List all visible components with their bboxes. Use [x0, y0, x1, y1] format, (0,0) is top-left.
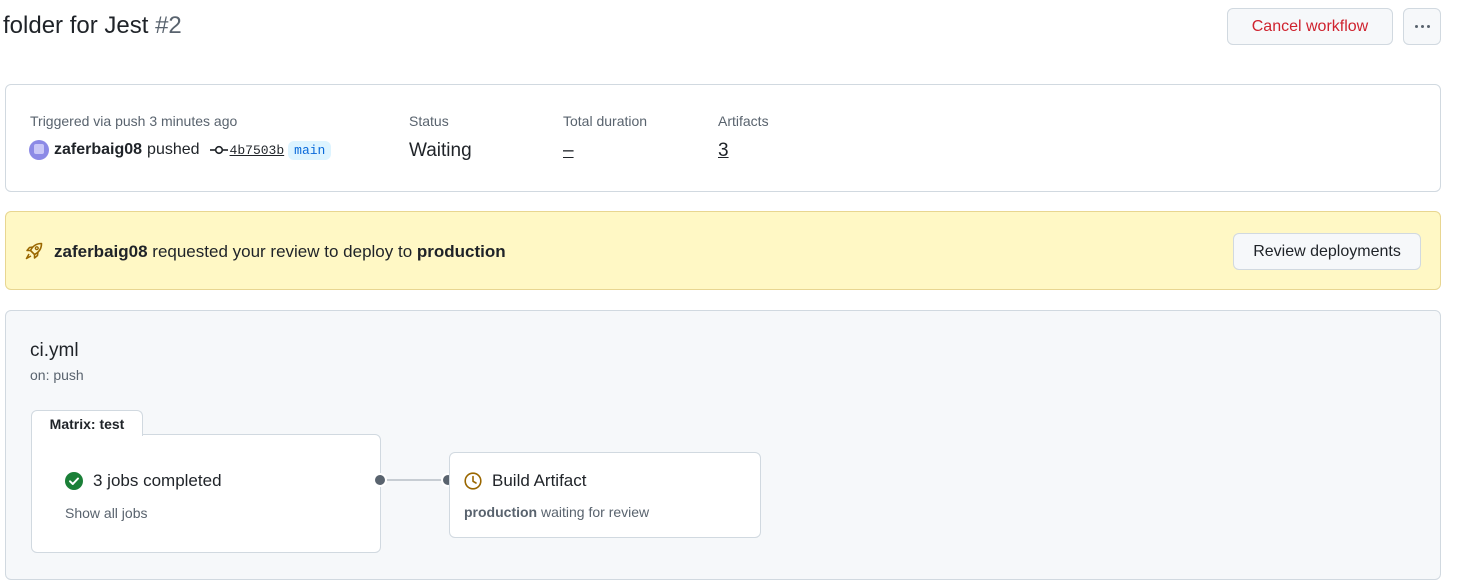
run-number: #2	[155, 12, 182, 39]
duration-label: Total duration	[563, 113, 648, 129]
rocket-icon	[24, 241, 44, 266]
job-connector	[380, 479, 450, 481]
matrix-label: Matrix: test	[31, 410, 143, 436]
workflow-file-name: ci.yml	[30, 340, 79, 361]
build-artifact-job-card[interactable]: Build Artifact production waiting for re…	[449, 452, 761, 538]
page-header: folder for Jest #2 Cancel workflow	[0, 0, 1457, 60]
connector-dot-start	[373, 473, 387, 487]
review-banner: zaferbaig08 requested your review to dep…	[5, 211, 1441, 290]
build-environment: production	[464, 504, 538, 520]
build-job-name: Build Artifact	[492, 471, 587, 490]
duration-value-link[interactable]: –	[563, 140, 574, 162]
kebab-horizontal-icon	[1414, 25, 1430, 28]
review-message: zaferbaig08 requested your review to dep…	[54, 242, 506, 262]
trigger-label: Triggered via push 3 minutes ago	[30, 113, 238, 129]
check-circle-icon	[65, 472, 83, 490]
clock-icon	[464, 472, 482, 490]
branch-badge[interactable]: main	[288, 140, 332, 160]
review-text: requested your review to deploy to	[152, 242, 413, 261]
git-commit-icon	[209, 144, 228, 156]
workflow-run-title: folder for Jest	[3, 12, 149, 39]
page-title: folder for Jest #2	[3, 12, 182, 40]
artifacts-count-link[interactable]: 3	[718, 140, 729, 162]
status-label: Status	[409, 113, 449, 129]
avatar[interactable]	[29, 140, 49, 160]
requester-username[interactable]: zaferbaig08	[54, 242, 148, 261]
build-waiting-text: waiting for review	[541, 504, 650, 520]
commit-sha-link[interactable]: 4b7503b	[230, 143, 285, 158]
cancel-workflow-button[interactable]: Cancel workflow	[1227, 8, 1393, 45]
build-job-status: production waiting for review	[464, 504, 649, 520]
artifacts-label: Artifacts	[718, 113, 769, 129]
matrix-job-card[interactable]: 3 jobs completed Show all jobs	[31, 434, 381, 553]
show-all-jobs-link[interactable]: Show all jobs	[65, 505, 148, 521]
push-action: pushed	[147, 141, 200, 158]
review-deployments-button[interactable]: Review deployments	[1233, 233, 1421, 270]
environment-name: production	[416, 242, 506, 261]
workflow-trigger: on: push	[30, 367, 84, 383]
jobs-completed-text: 3 jobs completed	[93, 471, 222, 490]
status-value: Waiting	[409, 140, 472, 161]
jobs-status: 3 jobs completed	[65, 471, 222, 491]
more-options-button[interactable]	[1403, 8, 1441, 45]
build-job-header: Build Artifact	[464, 471, 587, 491]
run-summary: Triggered via push 3 minutes ago zaferba…	[5, 84, 1441, 192]
push-info: zaferbaig08 pushed 4b7503b main	[29, 140, 332, 160]
username-link[interactable]: zaferbaig08	[54, 141, 142, 159]
workflow-graph: ci.yml on: push Matrix: test 3 jobs comp…	[5, 310, 1441, 580]
